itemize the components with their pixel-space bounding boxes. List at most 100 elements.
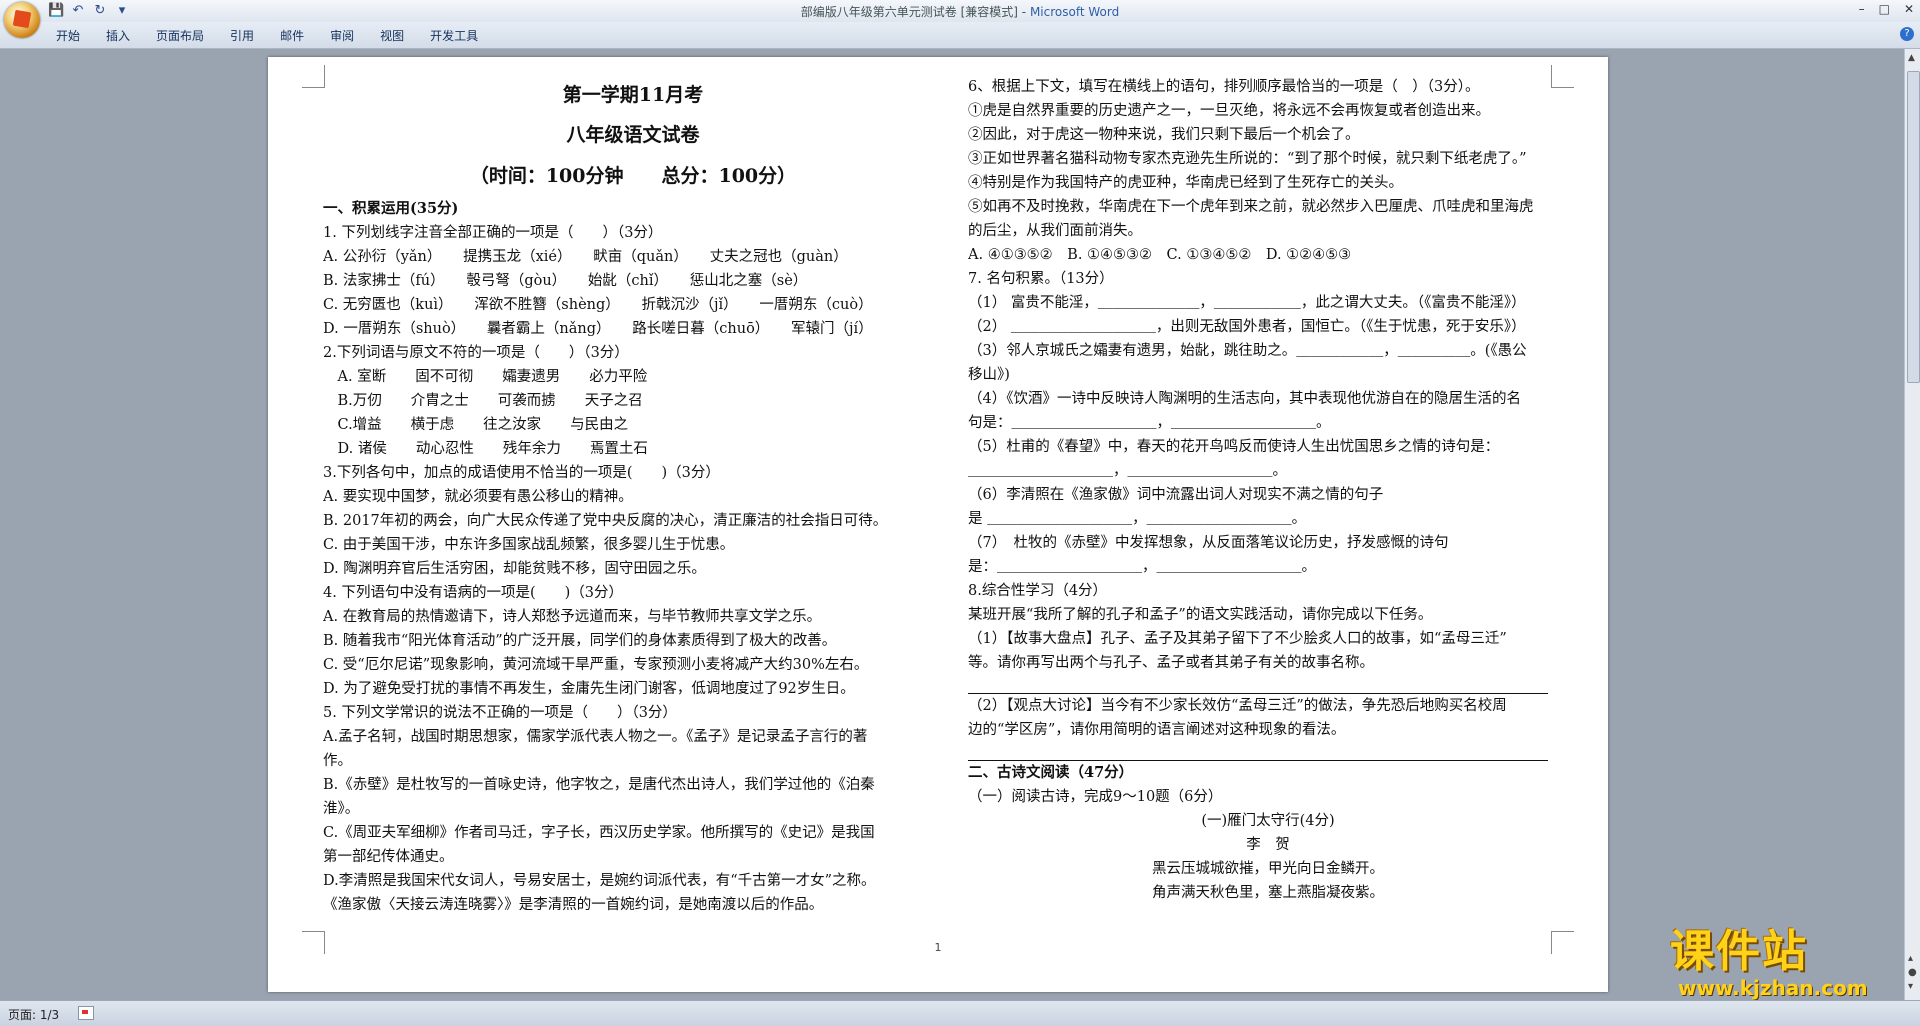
ribbon-tab[interactable]: 插入 xyxy=(106,27,130,44)
fill-blank-item: 是 ＿＿＿＿＿＿＿＿＿＿，＿＿＿＿＿＿＿＿＿＿。 xyxy=(968,511,1307,527)
option-text: D. 一厝朔东（shuò） 曩者霸上（nǎng） 路长嗟日暮（chuō） 军辕门… xyxy=(323,321,873,337)
question-text: 8.综合性学习（4分） xyxy=(968,583,1108,599)
question-text: 5. 下列文学常识的说法不正确的一项是（ ）（3分） xyxy=(323,705,677,721)
question-text: 4. 下列语句中没有语病的一项是( )（3分） xyxy=(323,585,623,601)
language-check-icon[interactable] xyxy=(78,1006,94,1020)
ribbon-tab[interactable]: 开发工具 xyxy=(430,27,478,44)
fill-blank-item: 移山》) xyxy=(968,367,1010,383)
option-text: C.增益 横于虑 往之汝家 与民由之 xyxy=(323,417,629,433)
option-text: C. 受“厄尔尼诺”现象影响，黄河流域干旱严重，专家预测小麦将减产大约30%左右… xyxy=(323,657,869,673)
fill-blank-item: 句是：＿＿＿＿＿＿＿＿＿＿，＿＿＿＿＿＿＿＿＿＿。 xyxy=(968,415,1331,431)
ribbon-tab[interactable]: 审阅 xyxy=(330,27,354,44)
option-text: 《渔家傲〈天接云涛连晓雾〉》是李清照的一首婉约词，是她南渡以后的作品。 xyxy=(323,897,824,913)
vertical-scrollbar[interactable]: ▲ ▴ ● ▾ xyxy=(1904,49,1920,1000)
task-text: 某班开展“我所了解的孔子和孟子”的语文实践活动，请你完成以下任务。 xyxy=(968,607,1433,623)
fill-blank-item: （3）邻人京城氏之孀妻有遗男，始龀，跳往助之。＿＿＿＿＿＿，＿＿＿＿＿。(《愚公 xyxy=(968,343,1527,359)
poem-title: (一)雁门太守行(4分) xyxy=(1201,813,1335,829)
fill-blank-item: ＿＿＿＿＿＿＿＿＿＿，＿＿＿＿＿＿＿＿＿＿。 xyxy=(968,463,1287,479)
minimize-icon[interactable]: – xyxy=(1859,2,1865,16)
sentence-item: ③正如世界著名猫科动物专家杰克逊先生所说的：“到了那个时候，就只剩下纸老虎了。” xyxy=(968,151,1527,167)
option-text: C. 无穷匮也（kuì） 浑欲不胜簪（shèng） 折戟沉沙（jǐ） 一厝朔东（… xyxy=(323,297,873,313)
task-text: （1）【故事大盘点】孔子、孟子及其弟子留下了不少脍炙人口的故事，如“孟母三迁” xyxy=(968,631,1507,647)
page-counter[interactable]: 页面: 1/3 xyxy=(8,1006,59,1023)
ribbon-tab[interactable]: 开始 xyxy=(56,27,80,44)
section-heading: 一、积累运用(35分) xyxy=(323,200,459,217)
status-bar: 页面: 1/3 xyxy=(0,1000,1920,1026)
exam-subtitle: 八年级语文试卷 xyxy=(566,124,700,146)
option-text: D. 为了避免受打扰的事情不再发生，金庸先生闭门谢客，低调地度过了92岁生日。 xyxy=(323,681,855,697)
question-text: 1. 下列划线字注音全部正确的一项是（ ）（3分） xyxy=(323,225,663,241)
ribbon-tab[interactable]: 页面布局 xyxy=(156,27,204,44)
task-text: 边的“学区房”，请你用简明的语言阐述对这种现象的看法。 xyxy=(968,722,1346,738)
maximize-icon[interactable]: □ xyxy=(1879,2,1890,16)
document-workspace: 第一学期11月考 八年级语文试卷 （时间：100分钟 总分：100分） 一、积累… xyxy=(0,49,1904,1000)
office-logo-icon xyxy=(12,9,32,29)
sentence-item: ②因此，对于虎这一物种来说，我们只剩下最后一个机会了。 xyxy=(968,127,1360,143)
app-name: Microsoft Word xyxy=(1029,5,1120,19)
document-name: 部编版八年级第六单元测试卷 [兼容模式] xyxy=(800,5,1018,19)
question-text: 2.下列词语与原文不符的一项是（ ）（3分） xyxy=(323,345,629,361)
scroll-up-icon[interactable]: ▲ xyxy=(1908,53,1915,63)
answer-line xyxy=(968,742,1548,761)
option-text: D. 陶渊明弃官后生活穷困，却能贫贱不移，固守田园之乐。 xyxy=(323,561,706,577)
poem-line: 角声满天秋色里，塞上燕脂凝夜紫。 xyxy=(1152,885,1384,901)
option-text: 作。 xyxy=(323,753,352,769)
question-text: 6、根据上下文，填写在横线上的语句，排列顺序最恰当的一项是（ ）（3分）。 xyxy=(968,79,1480,95)
question-text: （一）阅读古诗，完成9～10题（6分） xyxy=(968,789,1223,805)
task-text: （2）【观点大讨论】当今有不少家长效仿“孟母三迁”的做法，争先恐后地购买名校周 xyxy=(968,698,1507,714)
fill-blank-item: （7） 杜牧的《赤壁》中发挥想象，从反面落笔议论历史，抒发感慨的诗句 xyxy=(968,535,1449,551)
fill-blank-item: （6）李清照在《渔家傲》词中流露出词人对现实不满之情的句子 xyxy=(968,487,1384,503)
option-text: B. 2017年初的两会，向广大民众传递了党中央反腐的决心，清正廉洁的社会指日可… xyxy=(323,513,888,529)
ribbon-tab-list: 开始 插入 页面布局 引用 邮件 审阅 视图 开发工具 xyxy=(56,27,478,44)
option-text: B. 法家拂士（fú） 彀弓弩（gòu） 始龀（chǐ） 惩山北之塞（sè） xyxy=(323,273,808,289)
task-text: 等。请你再写出两个与孔子、孟子或者其弟子有关的故事名称。 xyxy=(968,655,1374,671)
exam-info: （时间：100分钟 总分：100分） xyxy=(469,165,797,187)
scrollbar-thumb[interactable] xyxy=(1907,71,1920,383)
option-text: B. 随着我市“阳光体育活动”的广泛开展，同学们的身体素质得到了极大的改善。 xyxy=(323,633,837,649)
fill-blank-item: （2） ＿＿＿＿＿＿＿＿＿＿，出则无敌国外患者，国恒亡。（《生于忧患，死于安乐》… xyxy=(968,319,1526,335)
close-icon[interactable]: ✕ xyxy=(1904,2,1914,16)
page-number: 1 xyxy=(934,941,942,954)
option-text: C.《周亚夫军细柳》作者司马迁，字子长，西汉历史学家。他所撰写的《史记》是我国 xyxy=(323,825,875,841)
answer-line xyxy=(968,675,1548,694)
exam-title: 第一学期11月考 xyxy=(562,84,704,106)
sentence-item: ④特别是作为我国特产的虎亚种，华南虎已经到了生死存亡的关头。 xyxy=(968,175,1403,191)
question-text: 7. 名句积累。（13分） xyxy=(968,271,1114,287)
fill-blank-item: （1） 富贵不能淫，＿＿＿＿＿＿＿，＿＿＿＿＿＿，此之谓大丈夫。（《富贵不能淫》… xyxy=(968,295,1526,311)
watermark-text: 课件站 xyxy=(1670,926,1808,977)
poem-line: 黑云压城城欲摧，甲光向日金鳞开。 xyxy=(1152,861,1384,877)
option-text: B.万仞 介胄之士 可袭而掳 天子之召 xyxy=(323,393,643,409)
document-page[interactable]: 第一学期11月考 八年级语文试卷 （时间：100分钟 总分：100分） 一、积累… xyxy=(268,57,1608,992)
option-text: B.《赤壁》是杜牧写的一首咏史诗，他字牧之，是唐代杰出诗人，我们学过他的《泊秦 xyxy=(323,777,875,793)
fill-blank-item: 是：＿＿＿＿＿＿＿＿＿＿，＿＿＿＿＿＿＿＿＿＿。 xyxy=(968,559,1316,575)
option-text: A. 要实现中国梦，就必须要有愚公移山的精神。 xyxy=(323,489,633,505)
window-controls: – □ ✕ xyxy=(1859,2,1914,16)
ribbon-tab[interactable]: 引用 xyxy=(230,27,254,44)
option-text: A. 在教育局的热情邀请下，诗人郑愁予远道而来，与毕节教师共享文学之乐。 xyxy=(323,609,822,625)
sentence-item: ⑤如再不及时挽救，华南虎在下一个虎年到来之前，就必然步入巴厘虎、爪哇虎和里海虎 xyxy=(968,199,1534,215)
option-text: A. 室断 固不可彻 孀妻遗男 必力平险 xyxy=(323,369,648,385)
option-text: D.李清照是我国宋代女词人，号易安居士，是婉约词派代表，有“千古第一才女”之称。 xyxy=(323,873,876,889)
fill-blank-item: （5）杜甫的《春望》中，春天的花开鸟鸣反而使诗人生出忧国思乡之情的诗句是： xyxy=(968,439,1500,455)
poem-author: 李 贺 xyxy=(1246,837,1290,853)
section-heading: 二、古诗文阅读（47分） xyxy=(968,764,1134,781)
option-text: 淮》。 xyxy=(323,801,360,817)
margin-corner-mark xyxy=(302,65,325,88)
option-text: A.孟子名轲，战国时期思想家，儒家学派代表人物之一。《孟子》是记录孟子言行的著 xyxy=(323,729,868,745)
ribbon-tab[interactable]: 邮件 xyxy=(280,27,304,44)
option-text: A. 公孙衍（yǎn） 提携玉龙（xié） 畎亩（quǎn） 丈夫之冠也（guà… xyxy=(323,249,848,265)
question-text: 3.下列各句中，加点的成语使用不恰当的一项是( )（3分） xyxy=(323,465,720,481)
window-title: 部编版八年级第六单元测试卷 [兼容模式] - Microsoft Word xyxy=(800,5,1120,19)
site-watermark: 课件站 www.kjzhan.com xyxy=(1670,926,1910,1001)
sentence-item: 的后尘，从我们面前消失。 xyxy=(968,223,1142,239)
option-text: C. 由于美国干涉，中东许多国家战乱频繁，很多婴儿生于忧患。 xyxy=(323,537,735,553)
help-icon[interactable]: ? xyxy=(1900,27,1914,41)
fill-blank-item: （4）《饮酒》一诗中反映诗人陶渊明的生活志向，其中表现他优游自在的隐居生活的名 xyxy=(968,391,1521,407)
ribbon-tabs: 开始 插入 页面布局 引用 邮件 审阅 视图 开发工具 ? xyxy=(0,22,1920,49)
office-button[interactable] xyxy=(4,2,40,38)
title-bar: 💾 ↶ ↻ ▾ 部编版八年级第六单元测试卷 [兼容模式] - Microsoft… xyxy=(0,0,1920,23)
option-text: D. 诸侯 动心忍性 残年余力 焉置土石 xyxy=(323,441,648,457)
option-text: A. ④①③⑤② B. ①④⑤③② C. ①③④⑤② D. ①②④⑤③ xyxy=(968,247,1352,263)
ribbon-tab[interactable]: 视图 xyxy=(380,27,404,44)
option-text: 第一部纪传体通史。 xyxy=(323,849,454,865)
